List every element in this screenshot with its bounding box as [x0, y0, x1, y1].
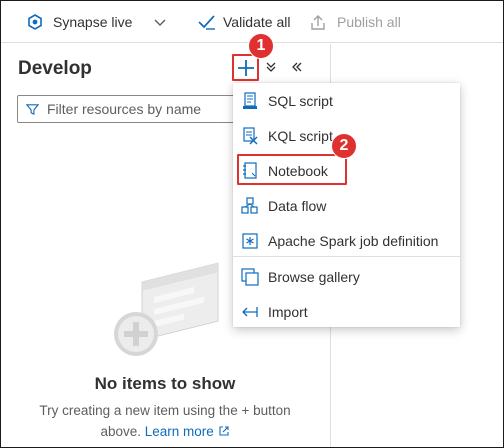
- menu-item-label: KQL script: [268, 127, 333, 144]
- menu-item-label: Browse gallery: [268, 268, 360, 285]
- menu-item-browse-gallery[interactable]: Browse gallery: [233, 259, 460, 294]
- empty-state-line2-text: above.: [100, 424, 141, 439]
- learn-more-label: Learn more: [144, 424, 214, 439]
- menu-item-label: Apache Spark job definition: [268, 232, 439, 249]
- step-badge-1: 1: [248, 33, 274, 59]
- menu-item-label: Import: [268, 303, 308, 320]
- filter-resources-input[interactable]: Filter resources by name: [17, 95, 235, 123]
- sql-script-icon: [240, 91, 260, 111]
- menu-item-spark-job-definition[interactable]: Apache Spark job definition: [233, 223, 460, 258]
- publish-upload-icon: [309, 13, 327, 31]
- spark-job-icon: [240, 231, 260, 251]
- double-chevron-left-icon: [290, 60, 304, 74]
- data-flow-icon: [240, 196, 260, 216]
- menu-item-label: SQL script: [268, 92, 333, 109]
- import-icon: [240, 302, 260, 322]
- learn-more-link[interactable]: Learn more: [145, 424, 230, 439]
- publish-all-button[interactable]: Publish all: [309, 1, 401, 43]
- empty-state-line2: above. Learn more: [0, 421, 330, 443]
- menu-item-label: Data flow: [268, 197, 327, 214]
- validate-all-label: Validate all: [223, 14, 291, 30]
- menu-item-sql-script[interactable]: SQL script: [233, 83, 460, 118]
- double-chevron-down-icon: [264, 60, 278, 74]
- gallery-icon: [240, 267, 260, 287]
- workspace-mode-dropdown[interactable]: [153, 1, 167, 43]
- filter-placeholder: Filter resources by name: [47, 101, 202, 117]
- chevron-down-icon: [153, 15, 167, 29]
- validate-check-icon: [197, 13, 217, 31]
- notebook-highlight: [237, 154, 347, 185]
- step-badge-2: 2: [331, 133, 357, 159]
- validate-all-button[interactable]: Validate all: [197, 1, 290, 43]
- empty-state-description: Try creating a new item using the + butt…: [0, 400, 330, 443]
- menu-separator: [233, 256, 460, 257]
- funnel-filter-icon: [26, 103, 39, 116]
- menu-item-data-flow[interactable]: Data flow: [233, 188, 460, 223]
- expand-all-button[interactable]: [264, 60, 278, 74]
- empty-state-illustration: [110, 250, 220, 365]
- workspace-mode-label: Synapse live: [53, 14, 133, 30]
- synapse-icon: [27, 14, 43, 30]
- develop-pane-title: Develop: [18, 58, 92, 79]
- external-link-icon: [218, 422, 230, 443]
- workspace-mode-selector[interactable]: Synapse live: [27, 1, 132, 43]
- empty-state-line1: Try creating a new item using the + butt…: [39, 403, 291, 418]
- new-resource-menu: SQL script KQL script Notebook Data flow…: [233, 83, 460, 327]
- publish-all-label: Publish all: [337, 14, 401, 30]
- menu-item-import[interactable]: Import: [233, 294, 460, 329]
- add-button-highlight: [232, 54, 259, 81]
- kql-script-icon: [240, 126, 260, 146]
- empty-state-title: No items to show: [94, 374, 236, 393]
- collapse-pane-button[interactable]: [290, 60, 304, 74]
